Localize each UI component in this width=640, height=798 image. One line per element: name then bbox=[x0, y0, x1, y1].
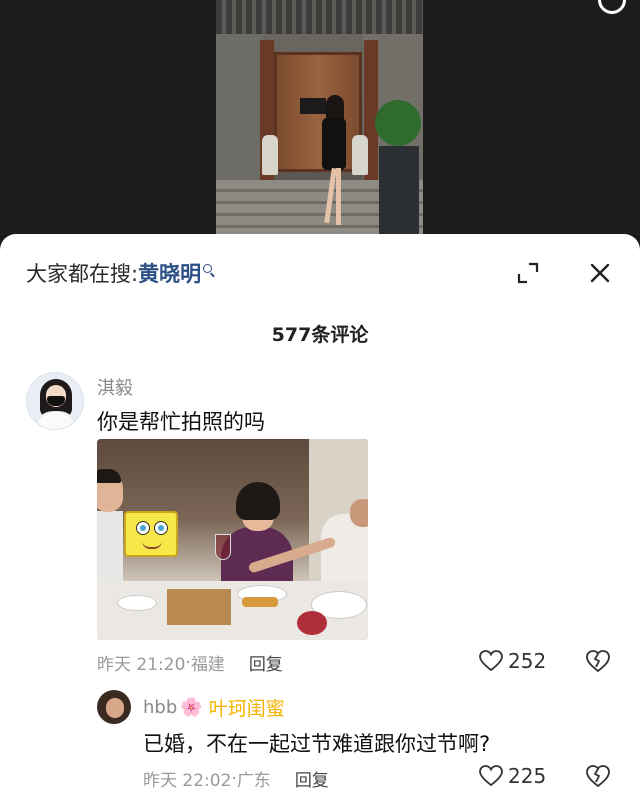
stone-lion-right bbox=[352, 135, 368, 175]
close-icon[interactable] bbox=[588, 261, 612, 285]
reply-time: 昨天 22:02 bbox=[143, 771, 232, 791]
door-sign bbox=[300, 98, 326, 114]
comment-meta: 昨天 21:20 · 福建 回复 bbox=[97, 650, 283, 676]
broken-heart-icon[interactable] bbox=[584, 763, 612, 789]
reply-username[interactable]: hbb bbox=[143, 697, 177, 718]
search-icon bbox=[203, 263, 213, 273]
video-player[interactable] bbox=[0, 0, 640, 250]
like-button[interactable]: 252 bbox=[478, 649, 546, 673]
heart-icon bbox=[479, 765, 503, 787]
sticker-eye bbox=[154, 521, 168, 535]
image-box bbox=[167, 589, 231, 625]
comment-time: 昨天 21:20 bbox=[97, 655, 186, 675]
image-plate bbox=[117, 595, 157, 611]
heart-icon bbox=[479, 650, 503, 672]
comment-count-title: 577条评论 bbox=[271, 324, 369, 346]
person-leg bbox=[336, 168, 341, 225]
reply-button[interactable]: 回复 bbox=[295, 766, 329, 791]
comment-text: 你是帮忙拍照的吗 bbox=[97, 410, 265, 434]
like-count: 252 bbox=[508, 649, 547, 673]
flower-emoji: 🌸 bbox=[180, 697, 203, 718]
person-dress bbox=[322, 118, 346, 170]
comment-image[interactable] bbox=[97, 439, 368, 640]
comment-sheet: 大家都在搜: 黄晓明 577条评论 淇毅 你是帮忙拍照的吗 昨天 21:20 ·… bbox=[0, 234, 640, 798]
broken-heart-icon[interactable] bbox=[584, 648, 612, 674]
reply-user-row[interactable]: hbb 🌸 叶珂闺蜜 bbox=[143, 694, 285, 721]
reply-location: 广东 bbox=[236, 771, 271, 791]
potted-plant bbox=[375, 100, 421, 146]
avatar[interactable] bbox=[97, 690, 131, 724]
spongebob-sticker bbox=[124, 511, 178, 557]
sticker-eye bbox=[136, 521, 150, 535]
like-button[interactable]: 225 bbox=[478, 764, 546, 788]
wall-left bbox=[216, 34, 264, 194]
image-woman-hair bbox=[236, 482, 280, 520]
avatar[interactable] bbox=[26, 372, 84, 430]
video-frame[interactable] bbox=[216, 0, 423, 245]
plant-pot bbox=[379, 146, 419, 236]
image-person-right-head bbox=[350, 499, 368, 527]
image-flower bbox=[297, 611, 327, 635]
image-person-left-body bbox=[97, 511, 123, 591]
user-tag: 叶珂闺蜜 bbox=[208, 698, 285, 720]
reply-button[interactable]: 回复 bbox=[249, 650, 283, 675]
hot-search-banner[interactable]: 大家都在搜: 黄晓明 bbox=[26, 258, 213, 288]
sticker-mouth bbox=[142, 541, 162, 549]
stone-lion-left bbox=[262, 135, 278, 175]
avatar-coat bbox=[35, 411, 77, 429]
reply-text: 已婚，不在一起过节难道跟你过节啊? bbox=[143, 732, 491, 756]
hot-search-keyword[interactable]: 黄晓明 bbox=[138, 258, 201, 288]
search-icon[interactable] bbox=[598, 0, 626, 14]
hot-search-prefix: 大家都在搜: bbox=[26, 262, 139, 286]
roof-tiles bbox=[216, 0, 423, 34]
comment-username[interactable]: 淇毅 bbox=[97, 374, 133, 400]
comment-location: 福建 bbox=[190, 655, 225, 675]
expand-icon[interactable] bbox=[517, 262, 539, 284]
avatar-face bbox=[106, 698, 124, 718]
image-wine-glass bbox=[215, 534, 231, 560]
like-count: 225 bbox=[508, 764, 547, 788]
reply-meta: 昨天 22:02 · 广东 回复 bbox=[143, 766, 329, 792]
image-food bbox=[242, 597, 278, 607]
